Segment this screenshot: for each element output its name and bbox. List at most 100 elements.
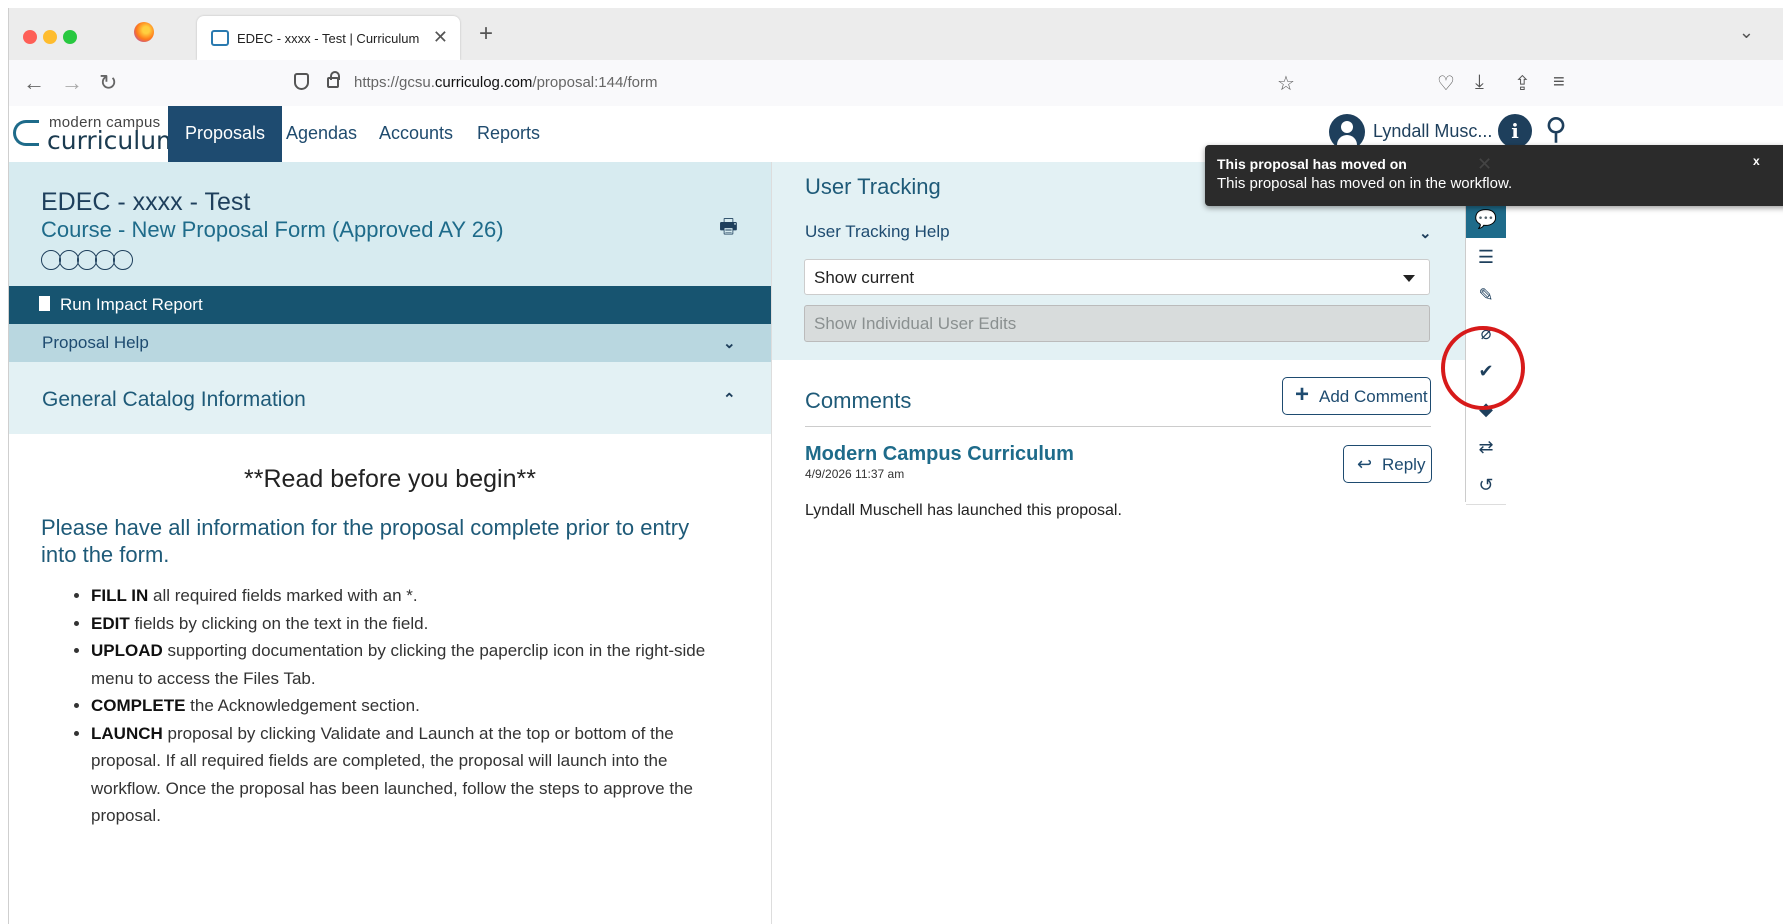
divider bbox=[805, 426, 1431, 427]
browser-window: EDEC - xxxx - Test | Curriculum ✕ + ⌄ ← … bbox=[8, 8, 1783, 924]
nav-agendas[interactable]: Agendas bbox=[269, 106, 374, 162]
logo-bottom-text: curriculum bbox=[47, 126, 181, 155]
forward-arrow-icon[interactable]: → bbox=[61, 70, 83, 96]
intro-text: Please have all information for the prop… bbox=[41, 515, 690, 567]
user-tracking-title: User Tracking bbox=[805, 174, 941, 199]
list-item: FILL IN all required fields marked with … bbox=[91, 582, 711, 610]
back-arrow-icon[interactable]: ← bbox=[23, 70, 45, 96]
instruction-text: fields by clicking on the text in the fi… bbox=[129, 613, 429, 633]
reload-icon[interactable]: ↻ bbox=[99, 70, 117, 96]
sidebar-edit-form-icon[interactable]: ✎ bbox=[1466, 276, 1506, 315]
maximize-window-button[interactable] bbox=[63, 30, 77, 44]
comments-title: Comments bbox=[805, 388, 912, 413]
instruction-keyword: FILL IN bbox=[91, 586, 149, 605]
instruction-text: supporting documentation by clicking the… bbox=[91, 641, 706, 688]
toast-close-button[interactable]: x bbox=[1753, 154, 1760, 168]
run-impact-report-button[interactable]: Run Impact Report bbox=[9, 286, 771, 324]
url-path: /proposal:144/form bbox=[532, 74, 658, 91]
search-icon[interactable]: ⚲ bbox=[1545, 112, 1567, 147]
document-icon bbox=[39, 296, 50, 311]
logo-mark-icon bbox=[13, 120, 39, 146]
add-comment-button[interactable]: + Add Comment bbox=[1282, 377, 1431, 415]
instruction-text: all required fields marked with an *. bbox=[148, 586, 418, 605]
individual-edits-label: Show Individual User Edits bbox=[814, 314, 1017, 333]
address-bar-row: ← → ↻ https://gcsu.curriculog.com/propos… bbox=[9, 60, 1783, 107]
reply-button[interactable]: ↩ Reply bbox=[1343, 445, 1432, 483]
plus-icon: + bbox=[1295, 381, 1310, 408]
progress-circle bbox=[113, 250, 133, 270]
user-tracking-panel: User Tracking User Tracking Help ⌄ Show … bbox=[772, 162, 1465, 924]
tab-title: EDEC - xxxx - Test | Curriculum bbox=[237, 31, 420, 46]
minimize-window-button[interactable] bbox=[43, 30, 57, 44]
proposal-help-label: Proposal Help bbox=[42, 333, 149, 352]
firefox-icon[interactable] bbox=[134, 22, 154, 42]
caret-down-icon bbox=[1403, 275, 1415, 282]
list-item: COMPLETE the Acknowledgement section. bbox=[91, 692, 711, 720]
general-catalog-section-header[interactable]: General Catalog Information ⌃ bbox=[9, 362, 771, 434]
proposal-help-toggle[interactable]: Proposal Help ⌄ bbox=[9, 324, 771, 362]
nav-accounts[interactable]: Accounts bbox=[362, 106, 470, 162]
progress-circle bbox=[59, 250, 79, 270]
sidebar-shuffle-icon[interactable]: ⇄ bbox=[1466, 428, 1506, 467]
list-item: LAUNCH proposal by clicking Validate and… bbox=[91, 720, 711, 830]
proposal-header: EDEC - xxxx - Test Course - New Proposal… bbox=[9, 162, 771, 286]
proposal-panel: EDEC - xxxx - Test Course - New Proposal… bbox=[9, 162, 772, 924]
tab-close-icon[interactable]: ✕ bbox=[433, 27, 448, 48]
instruction-keyword: UPLOAD bbox=[91, 641, 163, 660]
download-icon[interactable]: ⤓ bbox=[1475, 71, 1484, 94]
url-domain: curriculog.com bbox=[434, 74, 533, 91]
comment-date: 4/9/2026 11:37 am bbox=[805, 467, 905, 481]
lock-icon[interactable] bbox=[327, 71, 340, 88]
progress-circle bbox=[77, 250, 97, 270]
section-title: General Catalog Information bbox=[42, 388, 306, 411]
instruction-keyword: COMPLETE bbox=[91, 696, 186, 715]
tab-bar: EDEC - xxxx - Test | Curriculum ✕ + ⌄ bbox=[9, 8, 1783, 60]
add-comment-label: Add Comment bbox=[1319, 387, 1428, 406]
menu-icon[interactable]: ≡ bbox=[1553, 71, 1565, 94]
comment-text: Lyndall Muschell has launched this propo… bbox=[805, 502, 1122, 519]
instruction-keyword: LAUNCH bbox=[91, 723, 163, 743]
url-field[interactable]: https://gcsu.curriculog.com/proposal:144… bbox=[354, 74, 657, 91]
bookmark-star-icon[interactable]: ☆ bbox=[1277, 71, 1295, 96]
proposal-title: EDEC - xxxx - Test bbox=[41, 188, 251, 216]
curriculum-favicon-icon bbox=[211, 30, 229, 46]
instruction-text: proposal by clicking Validate and Launch… bbox=[91, 723, 693, 826]
impact-report-label: Run Impact Report bbox=[60, 295, 203, 314]
progress-circle bbox=[41, 250, 61, 270]
info-icon[interactable]: i bbox=[1498, 114, 1532, 148]
proposal-form-name: Course - New Proposal Form (Approved AY … bbox=[41, 217, 504, 242]
show-individual-edits-button[interactable]: Show Individual User Edits bbox=[804, 305, 1430, 342]
sidebar-history-icon[interactable]: ↺ bbox=[1466, 466, 1506, 505]
tracking-select[interactable]: Show current bbox=[804, 259, 1430, 295]
toast-title: This proposal has moved on bbox=[1217, 156, 1407, 172]
instruction-text: the Acknowledgement section. bbox=[185, 696, 420, 715]
user-name[interactable]: Lyndall Musc... bbox=[1373, 121, 1492, 142]
user-tracking-help-toggle[interactable]: User Tracking Help bbox=[805, 222, 950, 242]
toast-message: This proposal has moved on in the workfl… bbox=[1217, 175, 1513, 192]
progress-circle bbox=[95, 250, 115, 270]
toast-behind-close-icon: ✕ bbox=[1477, 154, 1493, 174]
url-prefix: https://gcsu. bbox=[354, 74, 435, 91]
share-icon[interactable]: ⇪ bbox=[1514, 71, 1531, 96]
instruction-list: FILL IN all required fields marked with … bbox=[71, 582, 711, 830]
pocket-icon[interactable]: ♡ bbox=[1437, 71, 1455, 96]
red-annotation-circle bbox=[1441, 326, 1525, 410]
chevron-down-icon: ⌄ bbox=[723, 335, 736, 352]
read-before-heading: **Read before you begin** bbox=[244, 465, 536, 493]
chevron-down-icon[interactable]: ⌄ bbox=[1419, 224, 1432, 242]
sidebar-list-icon[interactable]: ☰ bbox=[1466, 238, 1506, 277]
close-window-button[interactable] bbox=[23, 30, 37, 44]
browser-tab[interactable]: EDEC - xxxx - Test | Curriculum ✕ bbox=[197, 16, 460, 60]
tracking-select-value: Show current bbox=[814, 268, 915, 287]
nav-reports[interactable]: Reports bbox=[460, 106, 557, 162]
new-tab-button[interactable]: + bbox=[479, 20, 493, 48]
nav-proposals[interactable]: Proposals bbox=[168, 106, 283, 162]
comment-author: Modern Campus Curriculum bbox=[805, 443, 1074, 465]
workflow-progress-circles bbox=[41, 250, 133, 275]
tab-list-chevron-icon[interactable]: ⌄ bbox=[1739, 22, 1754, 43]
reply-arrow-icon: ↩ bbox=[1357, 454, 1373, 474]
instruction-keyword: EDIT bbox=[91, 613, 130, 633]
reply-label: Reply bbox=[1382, 455, 1426, 474]
print-icon[interactable]: 🖶 bbox=[719, 212, 738, 246]
tracking-shield-icon[interactable] bbox=[294, 73, 309, 90]
